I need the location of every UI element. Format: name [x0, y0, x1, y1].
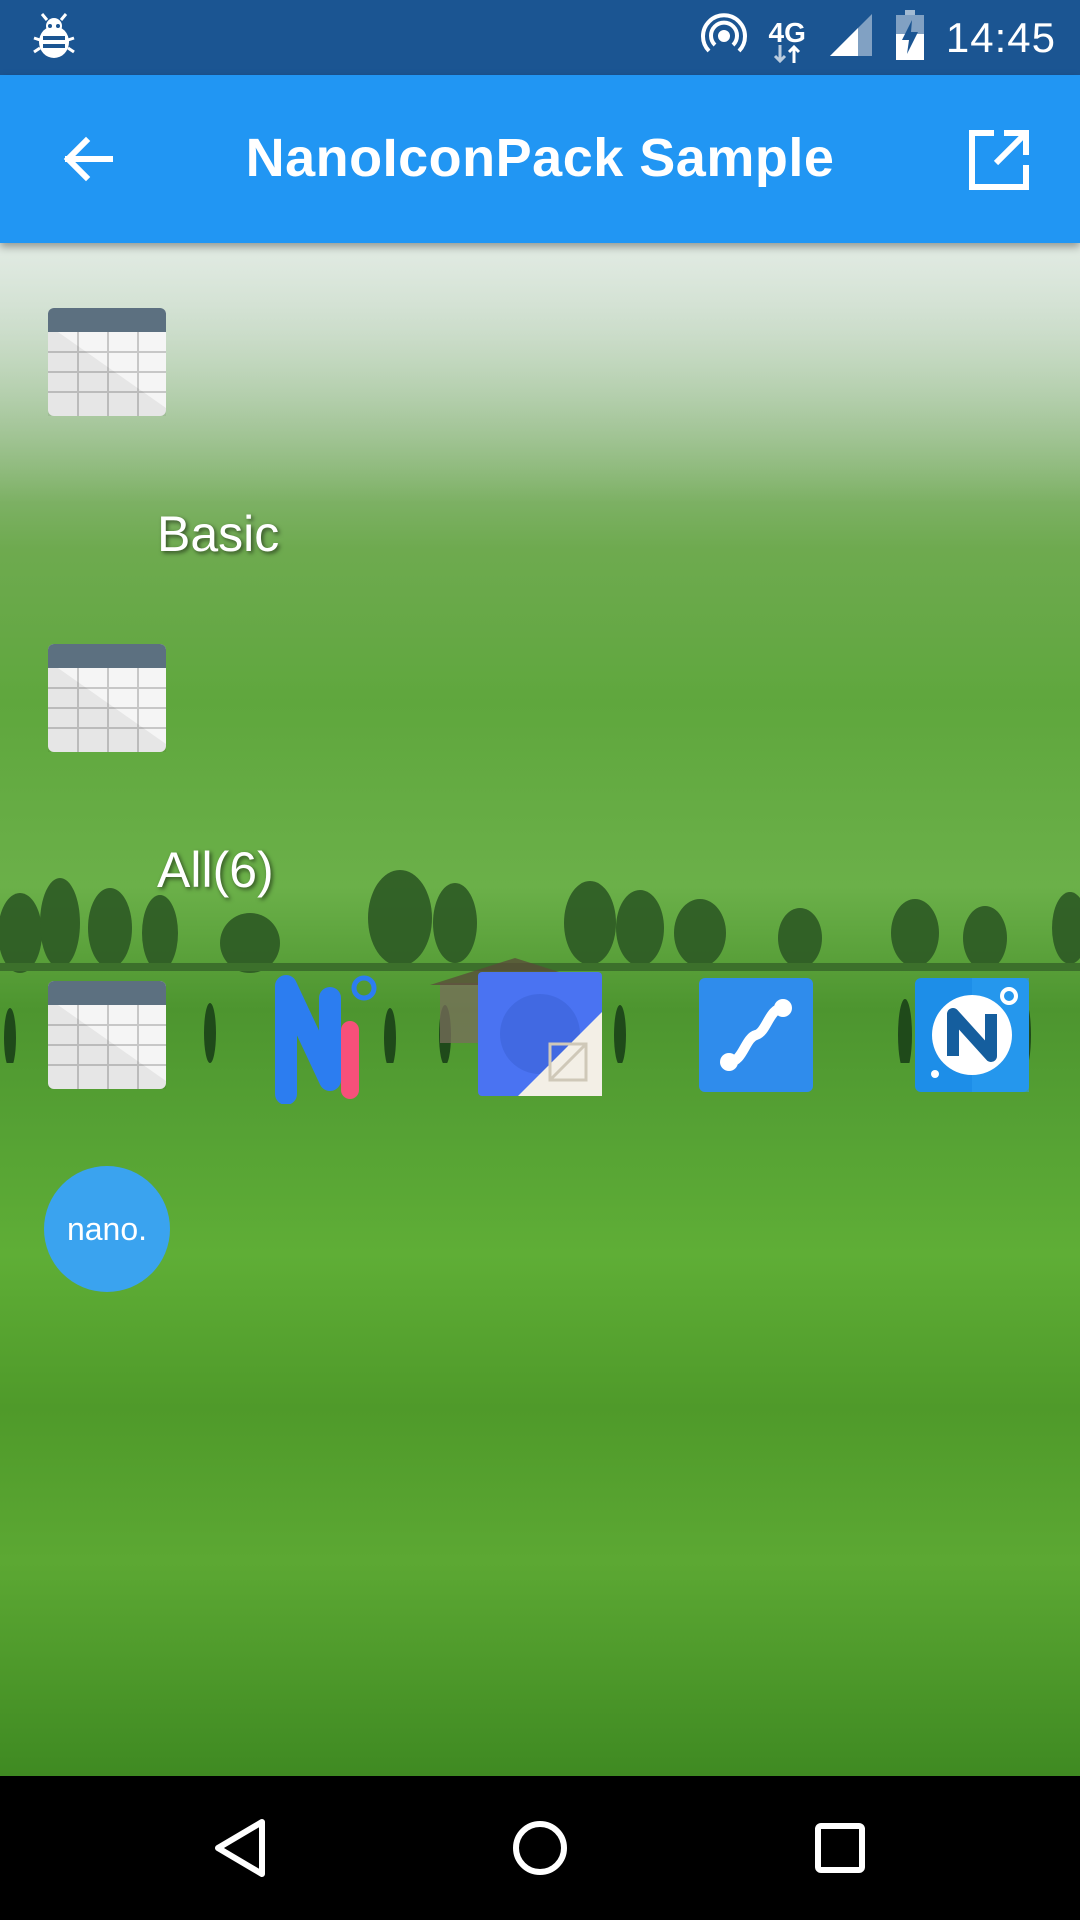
recents-square-icon: [815, 1823, 865, 1873]
section-label-basic: Basic: [157, 506, 280, 562]
nano-icon-text: nano.: [67, 1211, 147, 1247]
spreadsheet-app-icon[interactable]: [42, 638, 172, 758]
app-bar: NanoIconPack Sample: [0, 75, 1080, 243]
ni-logo-app-icon[interactable]: [258, 966, 388, 1106]
spreadsheet-icon: [48, 644, 166, 752]
open-in-new-button[interactable]: [966, 127, 1032, 193]
ni-logo-icon: [275, 975, 377, 1104]
path-app-icon[interactable]: [691, 975, 821, 1095]
back-triangle-icon: [215, 1819, 265, 1877]
blue-square-app-icon[interactable]: [475, 970, 605, 1098]
battery-charging-icon: [895, 10, 924, 65]
bug-icon: [28, 12, 80, 64]
spreadsheet-app-icon[interactable]: [42, 302, 172, 422]
n-circle-app-icon[interactable]: [907, 975, 1037, 1095]
nano-icon: nano.: [44, 1166, 170, 1292]
hotspot-icon: [700, 12, 747, 63]
section-label-all: All(6): [157, 842, 274, 898]
spreadsheet-icon: [48, 308, 166, 416]
open-in-new-icon: [969, 130, 1029, 190]
nano-app-icon[interactable]: nano.: [42, 1164, 172, 1294]
home-circle-icon: [513, 1821, 567, 1875]
clock: 14:45: [945, 13, 1056, 61]
blue-square-icon: [478, 972, 602, 1096]
page-title: NanoIconPack Sample: [245, 128, 835, 188]
nav-recents-button[interactable]: [804, 1812, 876, 1884]
navigation-bar: [0, 1776, 1080, 1920]
path-icon: [699, 978, 813, 1092]
spreadsheet-icon: [48, 981, 166, 1089]
spreadsheet-app-icon[interactable]: [42, 975, 172, 1095]
n-circle-icon: [915, 978, 1029, 1092]
signal-icon: [828, 12, 874, 63]
nav-home-button[interactable]: [504, 1812, 576, 1884]
status-bar: 4G 14:45: [0, 0, 1080, 75]
nav-back-button[interactable]: [204, 1812, 276, 1884]
network-4g-icon: 4G: [769, 11, 806, 65]
